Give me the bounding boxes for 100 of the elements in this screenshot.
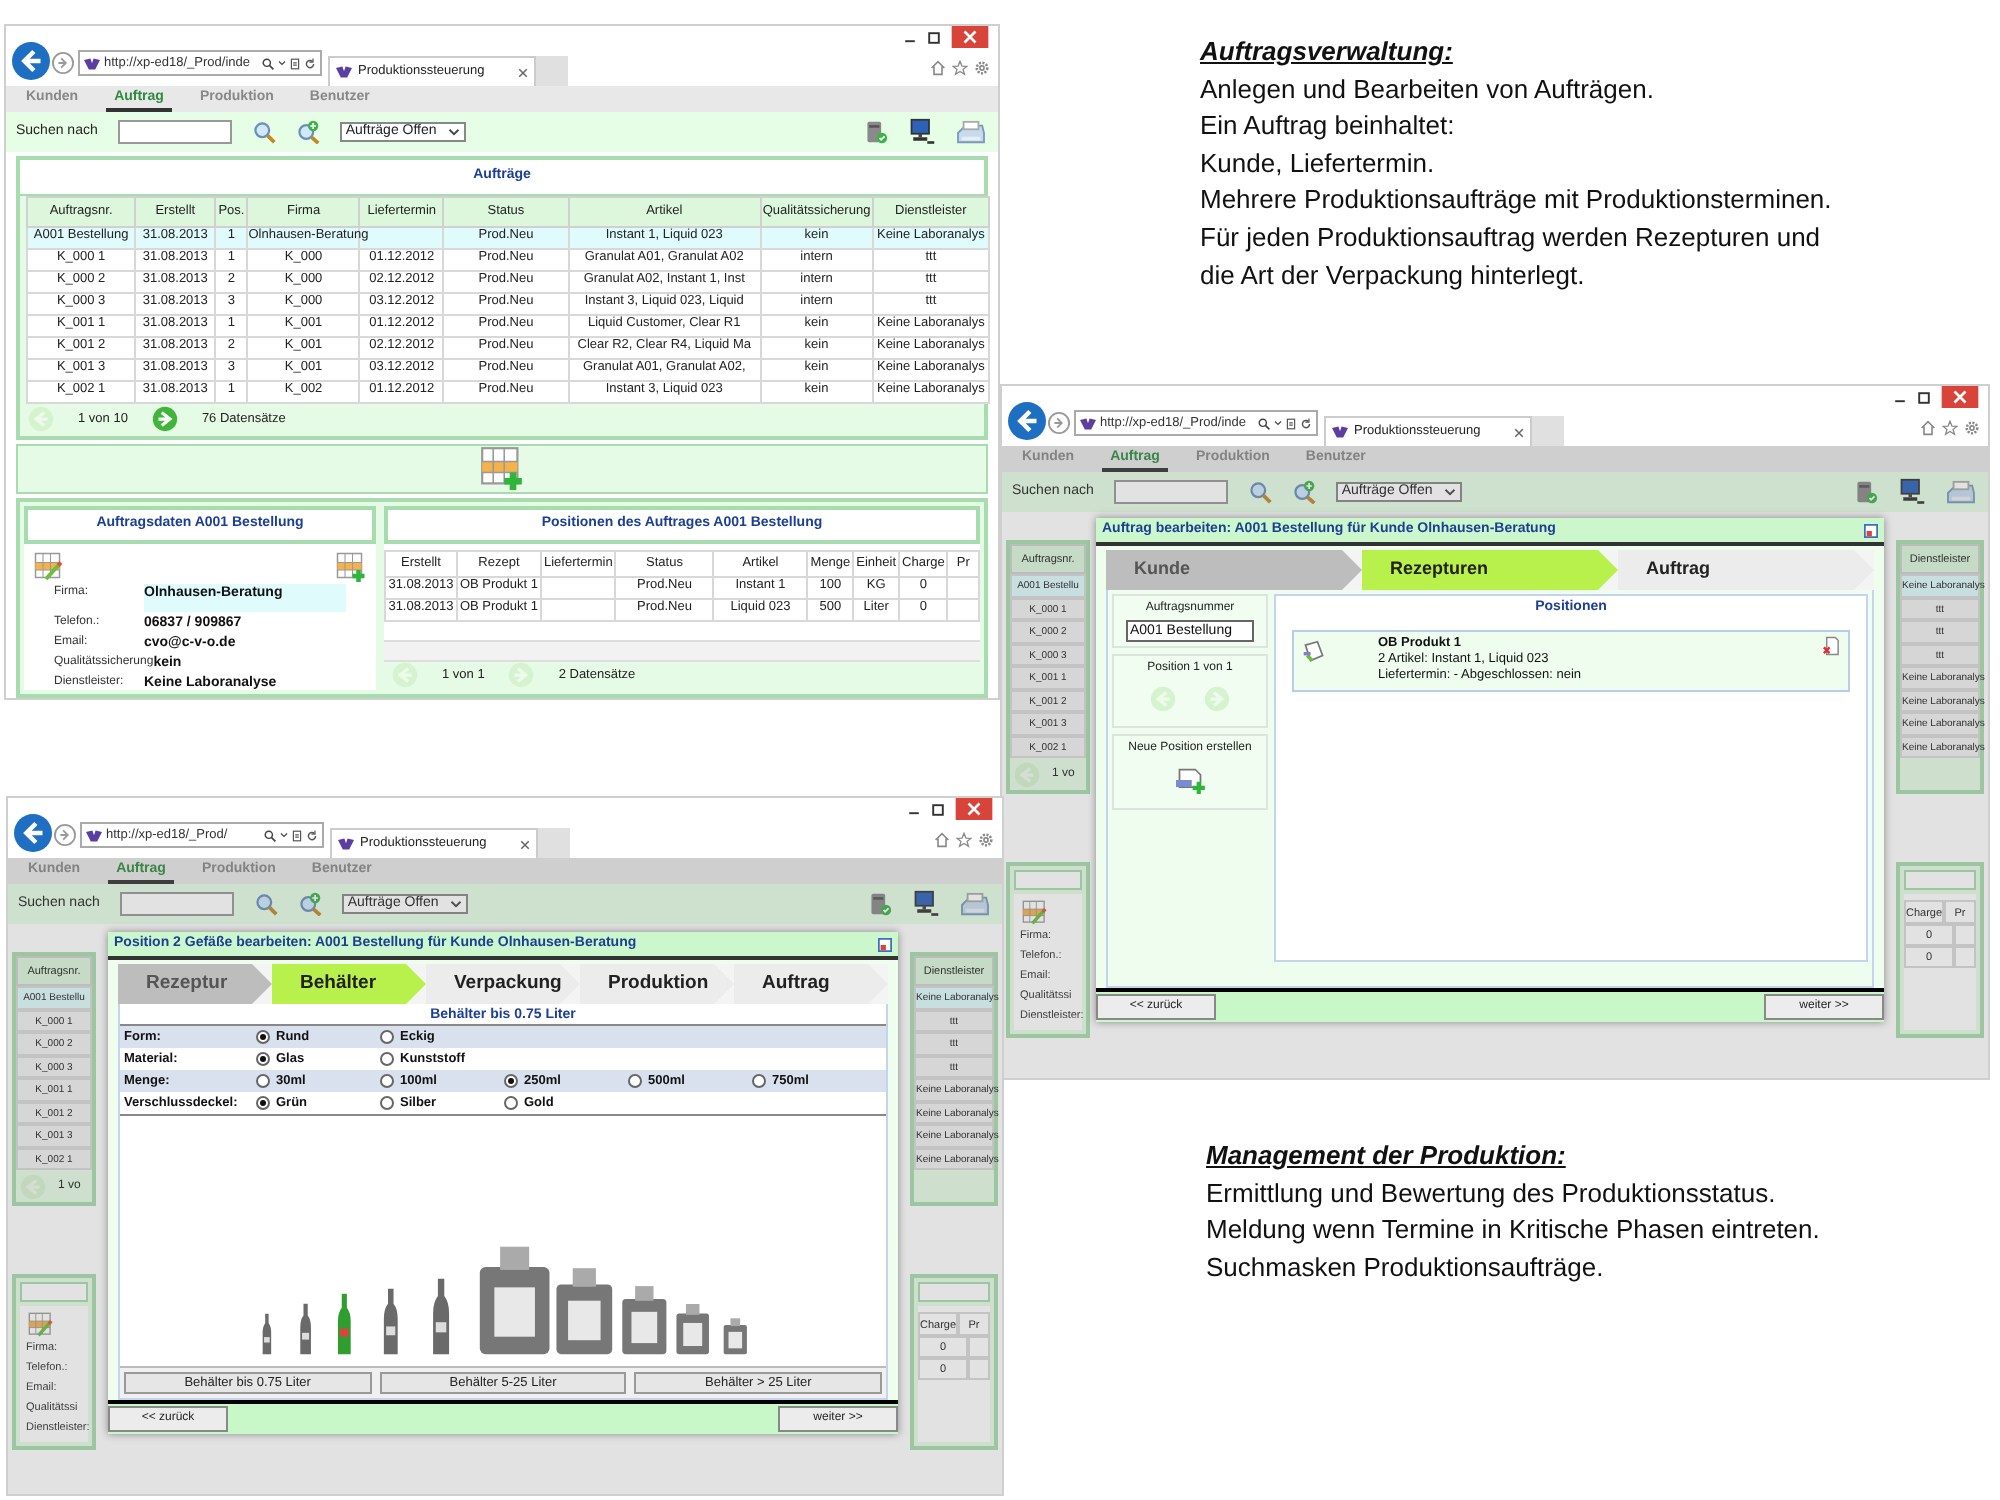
maximize-icon[interactable] [930, 801, 946, 817]
table-cell [968, 1336, 990, 1358]
forward-button[interactable] [54, 824, 76, 846]
wizard-step[interactable]: Rezeptur [118, 964, 272, 1004]
caret-icon[interactable] [448, 128, 461, 136]
caret-icon[interactable] [450, 900, 463, 908]
radio-button[interactable] [504, 1096, 518, 1110]
radio-button[interactable] [380, 1030, 394, 1044]
note-text: die Art der Verpackung hinterlegt. [1200, 257, 1587, 294]
radio-button[interactable] [752, 1074, 766, 1088]
panel-title-bar [918, 1282, 990, 1302]
wizard-step[interactable]: Behälter [272, 964, 426, 1004]
wizard-step[interactable]: Produktion [580, 964, 734, 1004]
back-button[interactable] [1008, 402, 1046, 440]
search-icon[interactable] [262, 57, 274, 69]
search-plus-icon[interactable] [295, 120, 320, 144]
server-check-icon[interactable] [1854, 480, 1878, 504]
radio-button[interactable] [256, 1030, 270, 1044]
app-logo-icon [84, 57, 100, 69]
add-row-icon[interactable] [336, 551, 366, 581]
settings-icon[interactable] [974, 60, 990, 76]
edit-icon[interactable] [34, 551, 64, 581]
close-icon[interactable] [1514, 427, 1524, 437]
app-logo-icon [336, 66, 352, 78]
new-position-icon[interactable] [1174, 766, 1206, 794]
back-button[interactable] [12, 42, 50, 80]
wizard-step[interactable]: Kunde [1106, 550, 1362, 590]
wizard-step[interactable]: Verpackung [426, 964, 580, 1004]
note-heading: Auftragsverwaltung: [1200, 34, 1455, 70]
search-plus-icon[interactable] [297, 892, 322, 916]
close-icon[interactable] [878, 937, 892, 951]
document-icon [1302, 639, 1326, 663]
forward-button[interactable] [1048, 412, 1070, 434]
search-icon[interactable] [264, 829, 276, 841]
table-cell [968, 1358, 990, 1380]
table-cell [1954, 946, 1976, 968]
settings-icon[interactable] [1964, 420, 1980, 436]
server-check-icon[interactable] [864, 120, 888, 144]
add-row-icon[interactable] [480, 446, 524, 491]
next-page-button[interactable] [151, 406, 178, 432]
star-icon[interactable] [956, 832, 972, 848]
page-icon[interactable] [292, 829, 302, 841]
server-check-icon[interactable] [868, 892, 892, 916]
radio-button[interactable] [628, 1074, 642, 1088]
table-cell [1954, 924, 1976, 946]
maximize-icon[interactable] [926, 29, 942, 45]
printer-icon[interactable] [1946, 479, 1976, 505]
radio-button[interactable] [256, 1096, 270, 1110]
caret-icon[interactable] [1274, 420, 1282, 426]
caret-icon[interactable] [280, 832, 288, 838]
home-icon[interactable] [1920, 420, 1936, 436]
maximize-icon[interactable] [1916, 389, 1932, 405]
radio-button[interactable] [380, 1052, 394, 1066]
radio-button[interactable] [256, 1074, 270, 1088]
note-text: Meldung wenn Termine in Kritische Phasen eintreten. [1206, 1212, 1820, 1249]
close-icon[interactable] [950, 26, 990, 48]
star-icon[interactable] [952, 60, 968, 76]
radio-button[interactable] [504, 1074, 518, 1088]
radio-button[interactable] [380, 1096, 394, 1110]
close-icon[interactable] [520, 839, 530, 849]
refresh-icon[interactable] [306, 829, 318, 841]
settings-icon[interactable] [978, 832, 994, 848]
edit-icon[interactable] [1022, 900, 1048, 926]
page-icon[interactable] [1286, 417, 1296, 429]
computer-icon[interactable] [908, 118, 936, 146]
close-icon[interactable] [1864, 523, 1878, 537]
computer-icon[interactable] [1898, 478, 1926, 506]
panel-title-bar [1014, 870, 1082, 890]
search-field[interactable] [117, 120, 232, 144]
forward-button[interactable] [52, 52, 74, 74]
search-field[interactable] [119, 892, 234, 916]
radio-button[interactable] [256, 1052, 270, 1066]
page-icon[interactable] [290, 57, 300, 69]
search-icon[interactable] [1258, 417, 1270, 429]
search-field[interactable] [1113, 480, 1228, 504]
note-text: Für jeden Produktionsauftrag werden Rezepturen und [1200, 219, 1823, 256]
search-plus-icon[interactable] [1291, 480, 1316, 504]
star-icon[interactable] [1942, 420, 1958, 436]
panel-title-bar [20, 1282, 88, 1302]
panel-title-bar [1904, 870, 1976, 890]
caret-icon[interactable] [278, 60, 286, 66]
computer-icon[interactable] [912, 890, 940, 918]
printer-icon[interactable] [956, 119, 986, 145]
radio-button[interactable] [380, 1074, 394, 1088]
refresh-icon[interactable] [304, 57, 316, 69]
wizard-step[interactable]: Auftrag [734, 964, 888, 1004]
close-icon[interactable] [518, 67, 528, 77]
refresh-icon[interactable] [1300, 417, 1312, 429]
close-icon[interactable] [954, 798, 994, 820]
close-icon[interactable] [1940, 386, 1980, 408]
edit-icon[interactable] [28, 1312, 54, 1338]
caret-icon[interactable] [1444, 488, 1457, 496]
wizard-step[interactable]: Rezepturen [1362, 550, 1618, 590]
printer-icon[interactable] [960, 891, 990, 917]
delete-icon[interactable] [1822, 635, 1840, 655]
wizard-step[interactable]: Auftrag [1618, 550, 1874, 590]
home-icon[interactable] [934, 832, 950, 848]
home-icon[interactable] [930, 60, 946, 76]
note-heading: Management der Produktion: [1206, 1138, 1568, 1174]
back-button[interactable] [14, 814, 52, 852]
